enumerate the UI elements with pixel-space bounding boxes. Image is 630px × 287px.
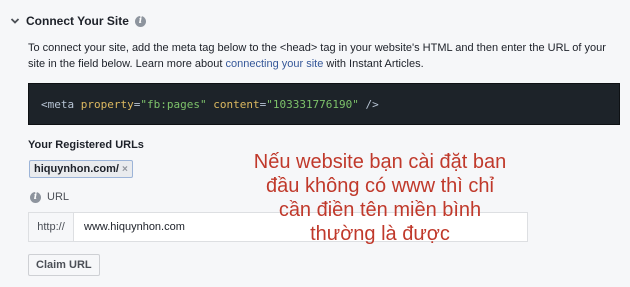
info-icon[interactable]: i: [30, 191, 41, 203]
registered-urls-label: Your Registered URLs: [28, 139, 144, 151]
url-label-row: i URL: [30, 191, 69, 203]
meta-tag-code-box[interactable]: <meta property = "fb:pages" content = "10333…: [28, 83, 620, 125]
code-tag-close: />: [358, 97, 379, 111]
info-icon[interactable]: i: [134, 15, 146, 27]
overlay-line: cần điền tên miền bình: [278, 199, 482, 221]
registered-url-text: hiquynhon.com/: [34, 163, 119, 175]
section-header[interactable]: Connect Your Site i: [10, 12, 146, 30]
section-title: Connect Your Site: [26, 14, 129, 28]
code-value-pages: "fb:pages": [140, 97, 207, 111]
code-attr-content: content: [213, 97, 260, 111]
overlay-line: thường là được: [310, 223, 450, 245]
code-equals: =: [133, 97, 141, 111]
overlay-line: Nếu website bạn cài đặt ban: [253, 151, 507, 173]
registered-url-token[interactable]: hiquynhon.com/ ×: [29, 160, 133, 178]
code-tag-open: <meta: [41, 97, 81, 111]
code-value-content: "103331776190": [266, 97, 359, 111]
overlay-line: đầu không có www thì chỉ: [266, 175, 494, 197]
overlay-annotation: Nếu website bạn cài đặt ban đầu không có…: [205, 150, 555, 246]
chevron-down-icon[interactable]: [10, 16, 20, 26]
url-prefix: http://: [29, 213, 74, 241]
connect-site-panel: Connect Your Site i To connect your site…: [0, 0, 630, 287]
claim-url-button[interactable]: Claim URL: [28, 254, 100, 276]
section-description: To connect your site, add the meta tag b…: [28, 40, 620, 72]
connecting-your-site-link[interactable]: connecting your site: [226, 58, 324, 70]
code-equals: =: [259, 97, 267, 111]
code-attr-property: property: [80, 97, 134, 111]
url-label: URL: [47, 191, 70, 203]
description-text-after: with Instant Articles.: [323, 58, 424, 70]
close-icon[interactable]: ×: [122, 164, 128, 175]
